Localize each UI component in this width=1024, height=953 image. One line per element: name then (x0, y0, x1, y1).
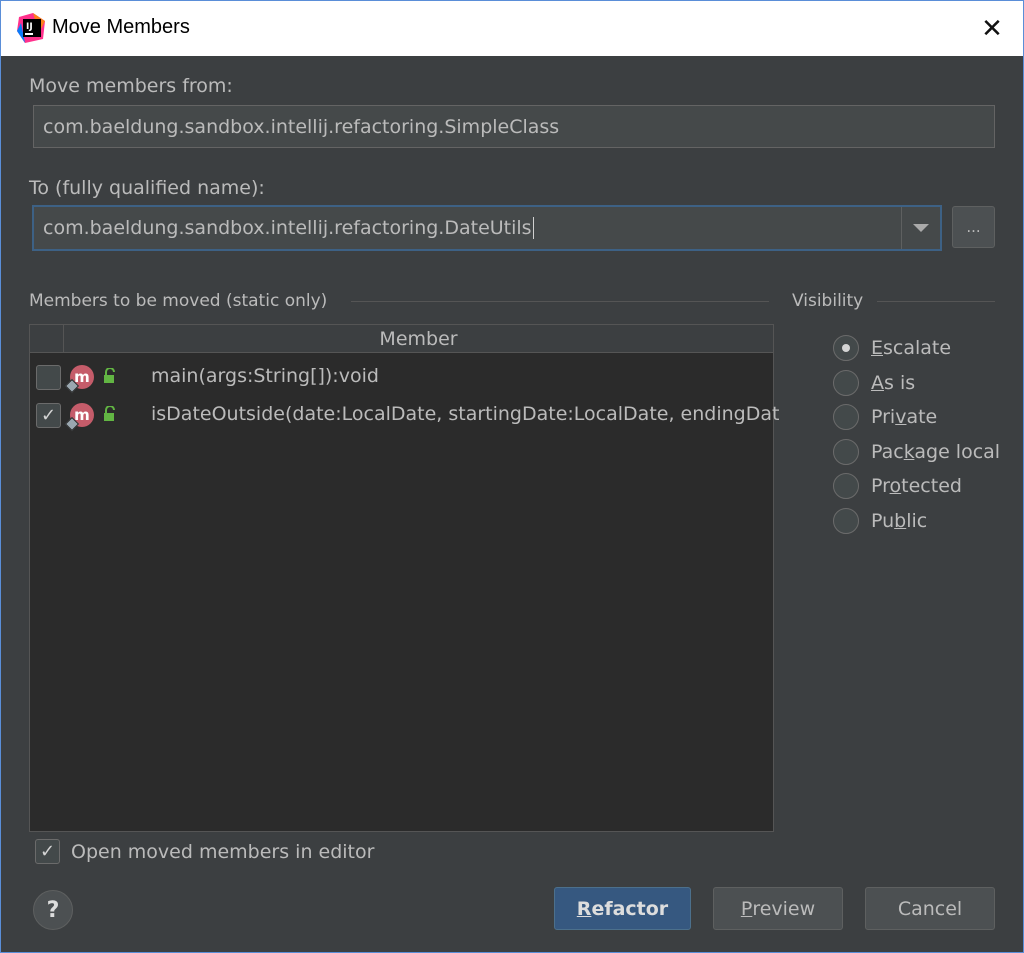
public-lock-icon (104, 406, 115, 421)
visibility-section-label: Visibility (792, 291, 864, 311)
to-dropdown-button[interactable] (901, 207, 939, 249)
checkbox-column-header[interactable] (30, 325, 64, 353)
to-value: com.baeldung.sandbox.intellij.refactorin… (43, 217, 532, 239)
from-field[interactable]: com.baeldung.sandbox.intellij.refactorin… (33, 105, 995, 148)
members-separator (351, 301, 769, 302)
radio-package-local-label[interactable]: Package local (871, 441, 1000, 463)
radio-private-label[interactable]: Private (871, 406, 937, 428)
cancel-button[interactable]: Cancel (865, 887, 995, 930)
open-in-editor-label[interactable]: Open moved members in editor (71, 841, 374, 863)
table-header: Member (30, 325, 773, 353)
members-table[interactable]: Member m main(args:String[]):void ✓ m is… (29, 324, 779, 832)
table-row[interactable]: m main(args:String[]):void (30, 359, 773, 395)
help-icon: ? (46, 897, 60, 923)
close-icon: ✕ (981, 13, 1003, 44)
member-checkbox[interactable]: ✓ (36, 403, 61, 428)
dialog-title: Move Members (52, 16, 190, 38)
svg-text:IJ: IJ (26, 22, 33, 32)
title-bar: IJ Move Members ✕ (1, 1, 1023, 56)
to-label: To (fully qualified name): (29, 177, 265, 199)
close-button[interactable]: ✕ (961, 1, 1023, 56)
radio-as-is-label[interactable]: As is (871, 372, 915, 394)
member-signature: isDateOutside(date:LocalDate, startingDa… (151, 403, 780, 425)
radio-escalate[interactable] (833, 335, 859, 361)
table-row[interactable]: ✓ m isDateOutside(date:LocalDate, starti… (30, 397, 779, 433)
preview-button[interactable]: Preview (713, 887, 843, 930)
to-combo-input[interactable]: com.baeldung.sandbox.intellij.refactorin… (32, 205, 942, 251)
help-button[interactable]: ? (33, 890, 73, 930)
radio-protected[interactable] (833, 473, 859, 499)
member-column-header[interactable]: Member (64, 325, 773, 353)
member-signature: main(args:String[]):void (151, 365, 379, 387)
text-caret (532, 217, 534, 239)
refactor-button[interactable]: Refactor (554, 887, 691, 930)
intellij-icon: IJ (17, 13, 45, 43)
move-members-dialog: IJ Move Members ✕ Move members from: com… (0, 0, 1024, 953)
from-value: com.baeldung.sandbox.intellij.refactorin… (43, 115, 560, 138)
member-checkbox[interactable] (36, 365, 61, 390)
radio-as-is[interactable] (833, 370, 859, 396)
radio-private[interactable] (833, 404, 859, 430)
open-in-editor-checkbox[interactable]: ✓ (35, 839, 60, 864)
members-section-label: Members to be moved (static only) (29, 291, 328, 311)
browse-button[interactable]: ... (952, 206, 995, 248)
radio-escalate-label[interactable]: Escalate (871, 337, 951, 359)
radio-package-local[interactable] (833, 439, 859, 465)
radio-protected-label[interactable]: Protected (871, 475, 962, 497)
from-label: Move members from: (29, 75, 233, 97)
visibility-separator (877, 301, 995, 302)
radio-public-label[interactable]: Public (871, 510, 927, 532)
radio-public[interactable] (833, 508, 859, 534)
chevron-down-icon (912, 224, 929, 232)
public-lock-icon (104, 368, 115, 383)
